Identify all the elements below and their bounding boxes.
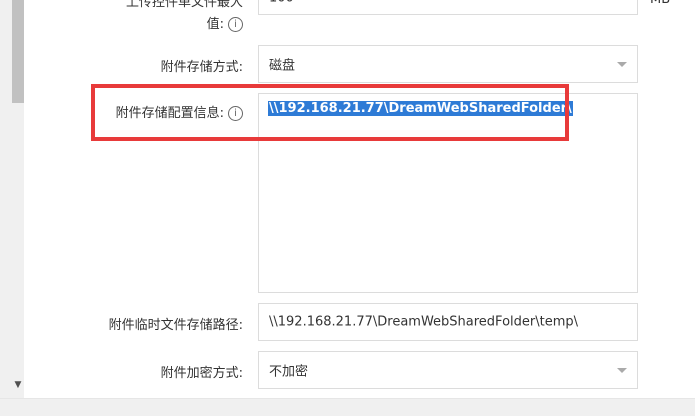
max-file-size-value: 100 — [269, 0, 294, 5]
encryption-select[interactable]: 不加密 — [258, 351, 638, 389]
scrollbar-thumb[interactable] — [12, 0, 24, 103]
chevron-down-icon[interactable] — [617, 368, 627, 373]
temp-path-input[interactable]: \\192.168.21.77\DreamWebSharedFolder\tem… — [258, 303, 638, 341]
storage-mode-value: 磁盘 — [269, 58, 296, 74]
horizontal-scrollbar[interactable] — [0, 398, 695, 416]
storage-mode-label: 附件存储方式: — [160, 60, 243, 75]
chevron-down-icon[interactable] — [617, 62, 627, 67]
encryption-label: 附件加密方式: — [160, 366, 243, 381]
temp-path-label: 附件临时文件存储路径: — [108, 318, 243, 333]
highlight-annotation-box — [91, 84, 569, 141]
row0-label-text: 值: — [206, 17, 224, 32]
encryption-value: 不加密 — [269, 364, 309, 380]
temp-path-value: \\192.168.21.77\DreamWebSharedFolder\tem… — [269, 314, 578, 330]
max-file-size-input[interactable]: 100 — [258, 0, 638, 15]
scroll-down-arrow-icon[interactable]: ▼ — [13, 380, 23, 390]
info-circle-icon[interactable]: i — [228, 17, 243, 32]
row0-suffix: MB — [650, 0, 670, 7]
row0-label: 上传控件单文件最大 值: i — [125, 0, 243, 32]
storage-mode-select[interactable]: 磁盘 — [258, 45, 638, 83]
vertical-scrollbar[interactable]: ▼ — [0, 0, 24, 398]
